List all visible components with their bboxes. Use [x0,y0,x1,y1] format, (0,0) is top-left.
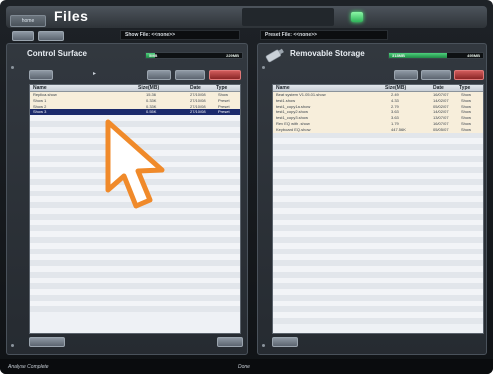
col-date-header[interactable]: Date [190,85,201,92]
col-type-header[interactable]: Type [459,85,470,92]
storage-footer-button[interactable] [272,337,298,347]
title-spacer [242,8,334,26]
pointer-cursor-icon [105,119,165,209]
toolbar-button-2[interactable] [38,31,64,41]
removable-storage-title: Removable Storage [290,49,365,58]
status-led-icon [351,12,363,22]
storage-copy-button[interactable] [394,70,418,80]
usb-stick-icon [265,48,284,63]
control-surface-title: Control Surface [27,49,88,58]
surface-delete-button[interactable] [209,70,241,80]
toolbar-button-1[interactable] [12,31,34,41]
preset-file-field: Preset File: <<none>> [260,30,388,40]
col-size-header[interactable]: Size(MB) [138,85,159,92]
col-size-header[interactable]: Size(MB) [385,85,406,92]
removable-storage-file-table: Name Size(MB) Date Type Beat system V1.0… [272,84,484,334]
surface-rename-button[interactable] [175,70,205,80]
panel-dot [11,344,14,347]
table-header: Name Size(MB) Date Type [30,85,240,92]
surface-footer-button[interactable] [29,337,65,347]
removable-storage-panel: Removable Storage 318MB 495MB Name Size(… [257,43,487,355]
removable-storage-usage-meter: 318MB 495MB [388,52,484,59]
storage-rename-button[interactable] [421,70,451,80]
empty-table-row [30,306,240,313]
status-bar: Analyse Complete Done [0,359,493,374]
col-date-header[interactable]: Date [433,85,444,92]
surface-footer-right-button[interactable] [217,337,243,347]
table-rows: Beat system V1.05.01.show 2.49 16/07/07 Sho… [273,92,483,333]
control-surface-usage-meter: 5MB 229MB [145,52,243,59]
meter-total-label: 229MB [226,53,239,58]
page-title: Files [54,8,89,24]
col-name-header[interactable]: Name [33,85,47,92]
panel-dot [262,344,265,347]
meter-used-label: 5MB [149,53,158,58]
surface-action-button[interactable] [29,70,53,80]
play-arrow-icon: ▸ [93,71,97,77]
status-center-text: Done [238,364,250,370]
meter-used-label: 318MB [392,53,405,58]
show-file-field: Show File: <<none>> [120,30,240,40]
status-left-text: Analyse Complete [8,364,49,370]
files-screen: home Files Show File: <<none>> Preset Fi… [0,0,493,374]
home-tab[interactable]: home [10,15,46,27]
empty-table-row [273,318,483,324]
col-type-header[interactable]: Type [216,85,227,92]
col-name-header[interactable]: Name [276,85,290,92]
storage-delete-button[interactable] [454,70,484,80]
surface-copy-button[interactable] [147,70,171,80]
panel-dot [11,66,14,69]
panel-dot [262,66,265,69]
meter-total-label: 495MB [467,53,480,58]
table-header: Name Size(MB) Date Type [273,85,483,92]
title-bar: home Files [6,6,487,28]
